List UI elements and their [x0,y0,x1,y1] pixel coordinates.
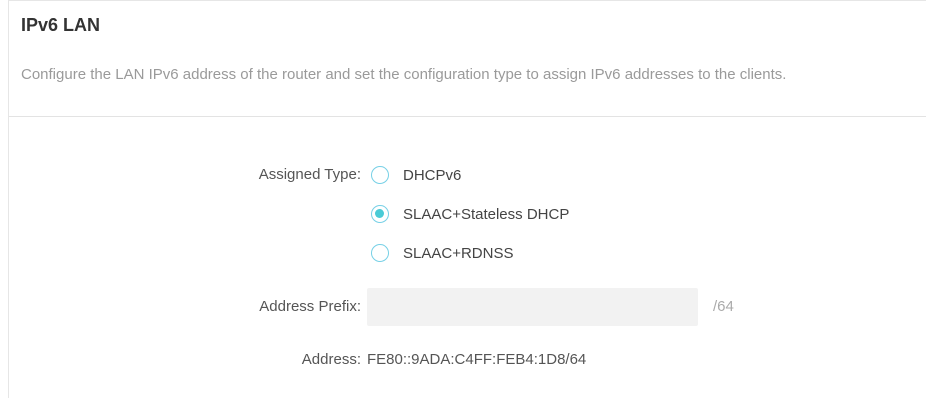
address-prefix-label: Address Prefix: [259,298,361,315]
prefix-length-suffix: /64 [713,298,734,315]
radio-button-dhcpv6[interactable] [371,166,389,184]
section-description: Configure the LAN IPv6 address of the ro… [21,66,787,83]
radio-option-dhcpv6[interactable]: DHCPv6 [371,166,461,184]
radio-button-slaac-stateless-dhcp[interactable] [371,205,389,223]
radio-label-slaac-rdnss: SLAAC+RDNSS [403,244,514,262]
radio-label-slaac-stateless-dhcp: SLAAC+Stateless DHCP [403,205,570,223]
assigned-type-label: Assigned Type: [258,166,361,183]
ipv6-lan-panel: IPv6 LAN Configure the LAN IPv6 address … [8,0,926,398]
section-title: IPv6 LAN [21,15,101,35]
radio-option-slaac-stateless-dhcp[interactable]: SLAAC+Stateless DHCP [371,205,569,223]
address-prefix-input[interactable] [367,288,698,326]
radio-label-dhcpv6: DHCPv6 [403,166,462,184]
address-label: Address: [301,351,361,368]
radio-option-slaac-rdnss[interactable]: SLAAC+RDNSS [371,244,513,262]
address-value: FE80::9ADA:C4FF:FEB4:1D8/64 [367,351,587,368]
radio-button-slaac-rdnss[interactable] [371,244,389,262]
divider [9,116,926,117]
